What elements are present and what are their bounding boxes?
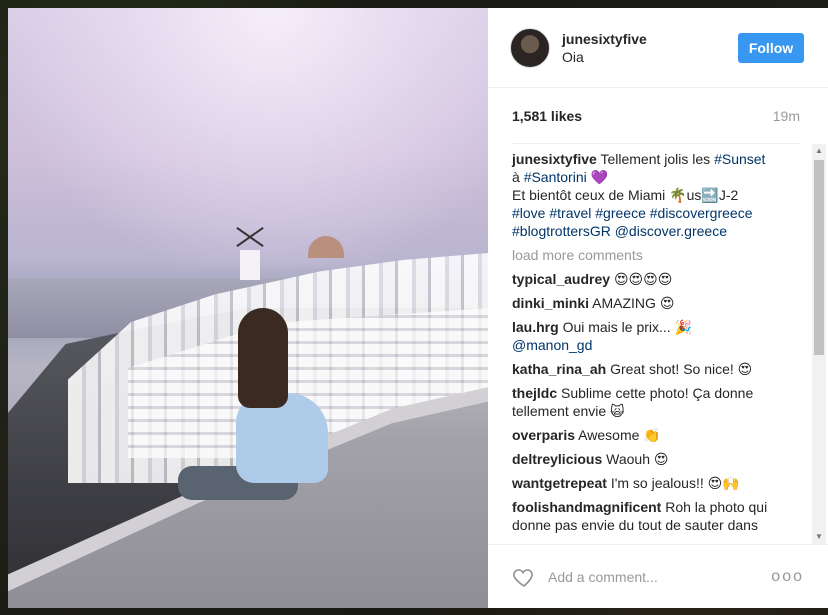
user-block: junesixtyfive Oia: [562, 30, 738, 66]
post-side-panel: junesixtyfive Oia Follow 1,581 likes 19m…: [488, 8, 828, 608]
comment-text: I'm so jealous!! 😍🙌: [610, 475, 740, 491]
comment-text: Great shot! So nice! 😍: [610, 361, 753, 377]
comment-item: thejldc Sublime cette photo! Ça donne te…: [512, 384, 802, 420]
comment-text: AMAZING 😍: [592, 295, 675, 311]
header-username[interactable]: junesixtyfive: [562, 30, 738, 48]
comment-item: wantgetrepeat I'm so jealous!! 😍🙌: [512, 474, 802, 492]
comment-footer: ooo: [488, 544, 828, 608]
comment-text: Oui mais le prix... 🎉: [562, 319, 693, 335]
hashtag-santorini[interactable]: #Santorini: [524, 169, 587, 185]
photo-windmill: [240, 250, 260, 280]
comment-text: Waouh 😍: [606, 451, 669, 467]
caption-us: us: [686, 187, 702, 203]
purple-heart-icon: 💜: [590, 169, 609, 185]
comment-username[interactable]: thejldc: [512, 385, 557, 401]
comment-text: Awesome 👏: [578, 427, 661, 443]
palm-tree-icon: 🌴: [669, 187, 687, 203]
scroll-up-icon[interactable]: ▲: [812, 144, 826, 158]
comment-item: katha_rina_ah Great shot! So nice! 😍: [512, 360, 802, 378]
hashtags-line-2[interactable]: #blogtrottersGR @discover.greece: [512, 223, 727, 239]
comment-mention[interactable]: @manon_gd: [512, 337, 592, 353]
photo-person-hair: [238, 308, 288, 408]
soon-arrow-icon: 🔜: [701, 187, 719, 203]
comment-text: 😍😍😍😍: [613, 271, 673, 287]
comment-username[interactable]: deltreylicious: [512, 451, 602, 467]
comment-input[interactable]: [548, 568, 772, 585]
avatar[interactable]: [510, 27, 550, 68]
likes-count[interactable]: 1,581 likes: [512, 108, 582, 124]
comment-username[interactable]: dinki_minki: [512, 295, 589, 311]
comment-item: deltreylicious Waouh 😍: [512, 450, 802, 468]
scrollbar-thumb[interactable]: [814, 160, 824, 355]
comment-item: overparis Awesome 👏: [512, 426, 802, 444]
caption-text-1: Tellement jolis les: [600, 151, 711, 167]
comment-username[interactable]: typical_audrey: [512, 271, 610, 287]
follow-button[interactable]: Follow: [738, 32, 804, 63]
hashtag-sunset[interactable]: #Sunset: [714, 151, 765, 167]
caption: junesixtyfive Tellement jolis les #Sunse…: [512, 150, 802, 240]
comments-scrollbar[interactable]: ▲ ▼: [812, 144, 826, 544]
caption-text-4: J-2: [718, 187, 739, 203]
comment-username[interactable]: foolishandmagnificent: [512, 499, 661, 515]
post-time: 19m: [772, 107, 800, 124]
comment-item: lau.hrg Oui mais le prix... 🎉 @manon_gd: [512, 318, 802, 354]
post-header: junesixtyfive Oia Follow: [488, 8, 828, 88]
likes-row-inner: 1,581 likes 19m: [512, 88, 800, 144]
comment-username[interactable]: lau.hrg: [512, 319, 559, 335]
hashtags-line[interactable]: #love #travel #greece #discovergreece: [512, 205, 752, 221]
load-more-comments[interactable]: load more comments: [512, 246, 802, 264]
photo-sky: [8, 8, 488, 268]
caption-text-2: à: [512, 169, 520, 185]
caption-text-3: Et bientôt ceux de Miami: [512, 187, 666, 203]
comment-username[interactable]: overparis: [512, 427, 575, 443]
header-location[interactable]: Oia: [562, 48, 738, 66]
post-photo[interactable]: [8, 8, 488, 608]
comments-area: junesixtyfive Tellement jolis les #Sunse…: [488, 144, 828, 544]
comment-username[interactable]: wantgetrepeat: [512, 475, 607, 491]
likes-row: 1,581 likes 19m: [488, 88, 828, 144]
comment-item: typical_audrey 😍😍😍😍: [512, 270, 802, 288]
comment-item: dinki_minki AMAZING 😍: [512, 294, 802, 312]
heart-outline-icon[interactable]: [512, 565, 536, 589]
more-options-icon[interactable]: ooo: [771, 568, 804, 586]
scroll-down-icon[interactable]: ▼: [812, 530, 826, 544]
caption-username[interactable]: junesixtyfive: [512, 151, 597, 167]
comment-username[interactable]: katha_rina_ah: [512, 361, 606, 377]
comment-item: foolishandmagnificent Roh la photo qui d…: [512, 498, 802, 534]
post-modal: junesixtyfive Oia Follow 1,581 likes 19m…: [8, 8, 828, 608]
